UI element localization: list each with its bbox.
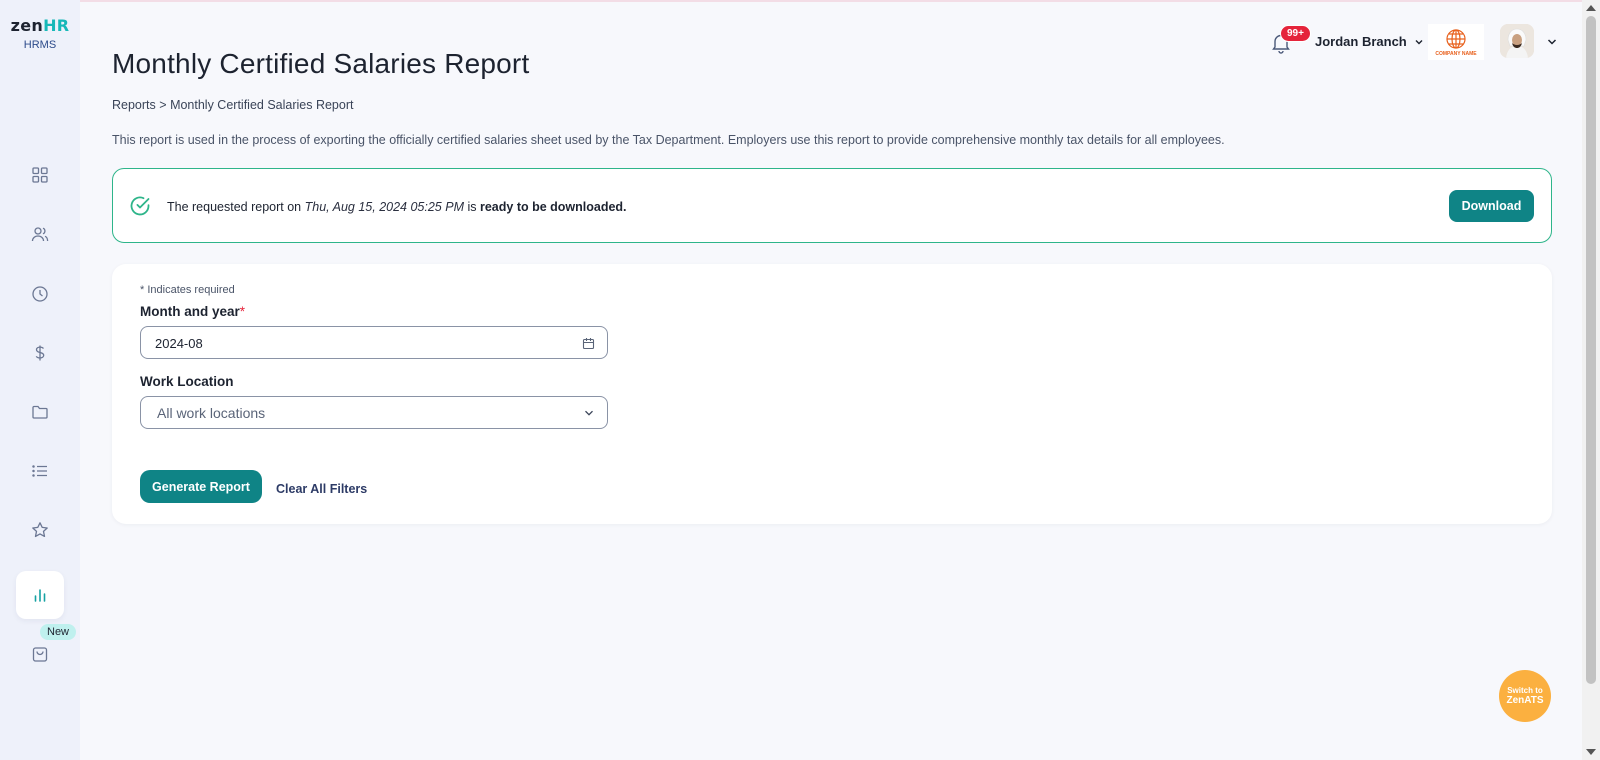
work-location-select[interactable]: All work locations (140, 396, 608, 429)
branch-name: Jordan Branch (1315, 34, 1407, 49)
breadcrumb-current: Monthly Certified Salaries Report (170, 98, 354, 112)
sidebar-item-performance[interactable] (16, 506, 64, 554)
sidebar-item-payroll[interactable] (16, 329, 64, 377)
work-location-placeholder: All work locations (157, 405, 266, 421)
breadcrumb-reports-link[interactable]: Reports (112, 98, 156, 112)
notification-count-badge: 99+ (1280, 25, 1311, 42)
brand-wordmark: zenHR (10, 16, 70, 35)
required-note: * Indicates required (140, 284, 235, 296)
sidebar-item-reports[interactable] (16, 571, 64, 619)
switch-line2: ZenATS (1506, 695, 1544, 706)
scroll-down-arrow-icon[interactable] (1586, 749, 1596, 755)
month-year-value: 2024-08 (155, 336, 203, 351)
download-button[interactable]: Download (1449, 190, 1534, 222)
report-filters-card: * Indicates required Month and year* 202… (112, 264, 1552, 524)
chevron-down-icon (1415, 39, 1423, 44)
top-border (0, 0, 1600, 2)
vertical-scrollbar[interactable] (1582, 0, 1600, 760)
bar-chart-icon (34, 589, 46, 602)
scroll-up-arrow-icon[interactable] (1586, 5, 1596, 11)
page-description: This report is used in the process of ex… (112, 133, 1225, 147)
sidebar-item-marketplace[interactable] (16, 630, 64, 678)
star-icon (32, 522, 48, 538)
sidebar: zenHR HRMS New (0, 0, 80, 760)
work-location-label: Work Location (140, 374, 234, 389)
list-icon (32, 465, 47, 477)
sidebar-item-dashboard[interactable] (16, 151, 64, 199)
scroll-thumb[interactable] (1586, 16, 1596, 684)
chevron-down-icon (585, 410, 593, 416)
breadcrumb: Reports > Monthly Certified Salaries Rep… (112, 98, 353, 112)
branch-selector[interactable]: Jordan Branch (1315, 34, 1424, 49)
month-year-label: Month and year* (140, 304, 246, 319)
calendar-icon[interactable] (582, 337, 595, 350)
folder-icon (32, 405, 48, 419)
download-ready-alert: The requested report on Thu, Aug 15, 202… (112, 168, 1552, 243)
sidebar-item-lists[interactable] (16, 447, 64, 495)
company-logo: COMPANY NAME (1428, 24, 1484, 60)
sidebar-item-time[interactable] (16, 270, 64, 318)
shopping-bag-icon (32, 647, 48, 662)
clock-icon (32, 286, 48, 302)
globe-logo-icon (1446, 28, 1466, 49)
breadcrumb-separator: > (159, 98, 167, 112)
sidebar-item-documents[interactable] (16, 388, 64, 436)
month-year-input[interactable]: 2024-08 (140, 326, 608, 359)
check-circle-icon (130, 196, 150, 216)
people-icon (31, 227, 49, 242)
alert-status: ready to be downloaded. (479, 200, 627, 214)
alert-datetime: Thu, Aug 15, 2024 05:25 PM (304, 200, 464, 214)
sidebar-item-people[interactable] (16, 210, 64, 258)
user-avatar-icon (1500, 24, 1534, 58)
alert-message: The requested report on Thu, Aug 15, 202… (167, 200, 627, 214)
switch-line1: Switch to (1507, 686, 1543, 695)
clear-all-filters-link[interactable]: Clear All Filters (276, 482, 367, 496)
brand-logo[interactable]: zenHR HRMS (10, 16, 70, 51)
dollar-icon (35, 345, 45, 361)
avatar[interactable] (1500, 24, 1534, 58)
company-logo-text: COMPANY NAME (1435, 50, 1477, 57)
generate-report-button[interactable]: Generate Report (140, 470, 262, 503)
profile-chevron-down-icon[interactable] (1546, 36, 1558, 48)
page-title: Monthly Certified Salaries Report (112, 48, 530, 79)
dashboard-icon (32, 167, 48, 183)
switch-to-zenats-button[interactable]: Switch to ZenATS (1499, 670, 1551, 722)
brand-product: HRMS (23, 39, 57, 51)
